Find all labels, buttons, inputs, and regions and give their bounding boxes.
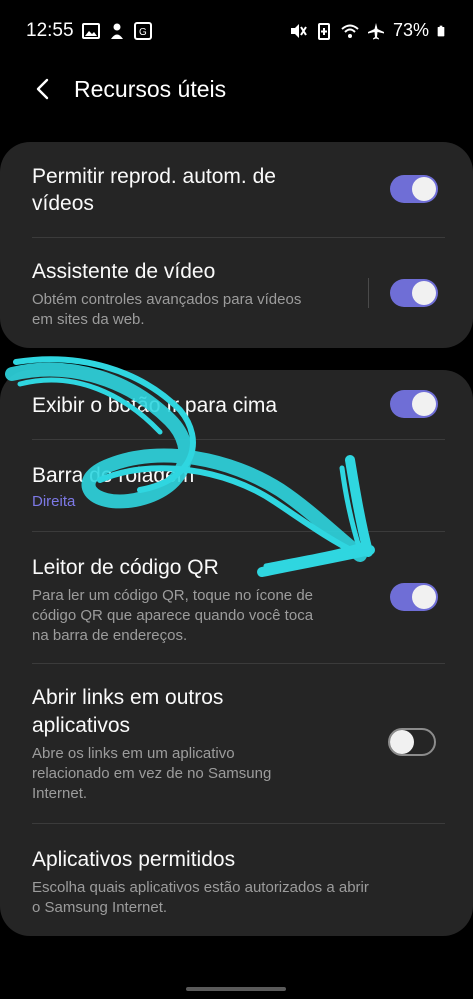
back-button[interactable] bbox=[28, 74, 58, 104]
image-icon bbox=[82, 23, 100, 39]
vertical-divider bbox=[368, 278, 369, 308]
setting-description: em sites da web. bbox=[32, 311, 145, 328]
setting-allowed-apps[interactable]: Aplicativos permitidos Escolha quais apl… bbox=[0, 824, 473, 936]
setting-qr-reader[interactable]: Leitor de código QR Para ler um código Q… bbox=[0, 532, 473, 664]
setting-title: aplicativos bbox=[32, 714, 131, 737]
setting-title: vídeos bbox=[32, 192, 94, 215]
translate-icon: G bbox=[134, 22, 152, 40]
setting-description: Internet. bbox=[32, 785, 88, 802]
qr-reader-toggle[interactable] bbox=[390, 583, 438, 611]
setting-title: Exibir o botão Ir para cima bbox=[32, 394, 278, 417]
page-title: Recursos úteis bbox=[74, 76, 227, 102]
wifi-icon bbox=[341, 24, 359, 38]
setting-open-links-in-apps[interactable]: Abrir links em outros aplicativos Abre o… bbox=[0, 664, 473, 824]
setting-title: Abrir links em outros bbox=[32, 686, 224, 709]
svg-text:G: G bbox=[139, 27, 147, 38]
setting-description: o Samsung Internet. bbox=[32, 899, 168, 916]
app-header: Recursos úteis bbox=[0, 62, 473, 118]
scroll-to-top-toggle[interactable] bbox=[390, 390, 438, 418]
setting-video-assistant[interactable]: Assistente de vídeo Obtém controles avan… bbox=[0, 238, 473, 348]
video-assistant-toggle[interactable] bbox=[390, 279, 438, 307]
setting-description: na barra de endereços. bbox=[32, 627, 188, 644]
setting-description: relacionado em vez de no Samsung bbox=[32, 765, 272, 782]
setting-title: Barra de rolagem bbox=[32, 464, 195, 487]
battery-icon bbox=[437, 25, 445, 36]
setting-description: Abre os links em um aplicativo bbox=[32, 745, 235, 762]
autoplay-videos-toggle[interactable] bbox=[390, 175, 438, 203]
setting-description: código QR que aparece quando você toca bbox=[32, 607, 314, 624]
open-links-toggle[interactable] bbox=[388, 728, 436, 756]
setting-scroll-to-top[interactable]: Exibir o botão Ir para cima bbox=[0, 370, 473, 440]
battery-saver-icon bbox=[317, 22, 330, 40]
setting-description: Escolha quais aplicativos estão autoriza… bbox=[32, 879, 369, 896]
setting-title: Assistente de vídeo bbox=[32, 260, 216, 283]
status-bar: 12:55 G 73% bbox=[0, 0, 473, 62]
setting-title: Aplicativos permitidos bbox=[32, 848, 236, 871]
settings-card-browsing: Exibir o botão Ir para cima Barra de rol… bbox=[0, 370, 473, 936]
person-icon bbox=[111, 23, 123, 39]
setting-description: Para ler um código QR, toque no ícone de bbox=[32, 587, 314, 604]
home-indicator bbox=[186, 987, 286, 991]
setting-description: Obtém controles avançados para vídeos bbox=[32, 291, 302, 308]
battery-percent: 73% bbox=[392, 20, 429, 40]
setting-autoplay-videos[interactable]: Permitir reprod. autom. de vídeos bbox=[0, 142, 473, 238]
setting-value: Direita bbox=[32, 493, 76, 510]
airplane-icon bbox=[367, 22, 384, 39]
mute-icon bbox=[290, 23, 307, 38]
setting-title: Leitor de código QR bbox=[32, 556, 219, 579]
setting-title: Permitir reprod. autom. de bbox=[32, 165, 276, 188]
back-arrow-icon bbox=[36, 78, 49, 100]
settings-card-video: Permitir reprod. autom. de vídeos Assist… bbox=[0, 142, 473, 348]
setting-scrollbar[interactable]: Barra de rolagem Direita bbox=[0, 440, 473, 532]
status-time: 12:55 bbox=[26, 20, 74, 41]
